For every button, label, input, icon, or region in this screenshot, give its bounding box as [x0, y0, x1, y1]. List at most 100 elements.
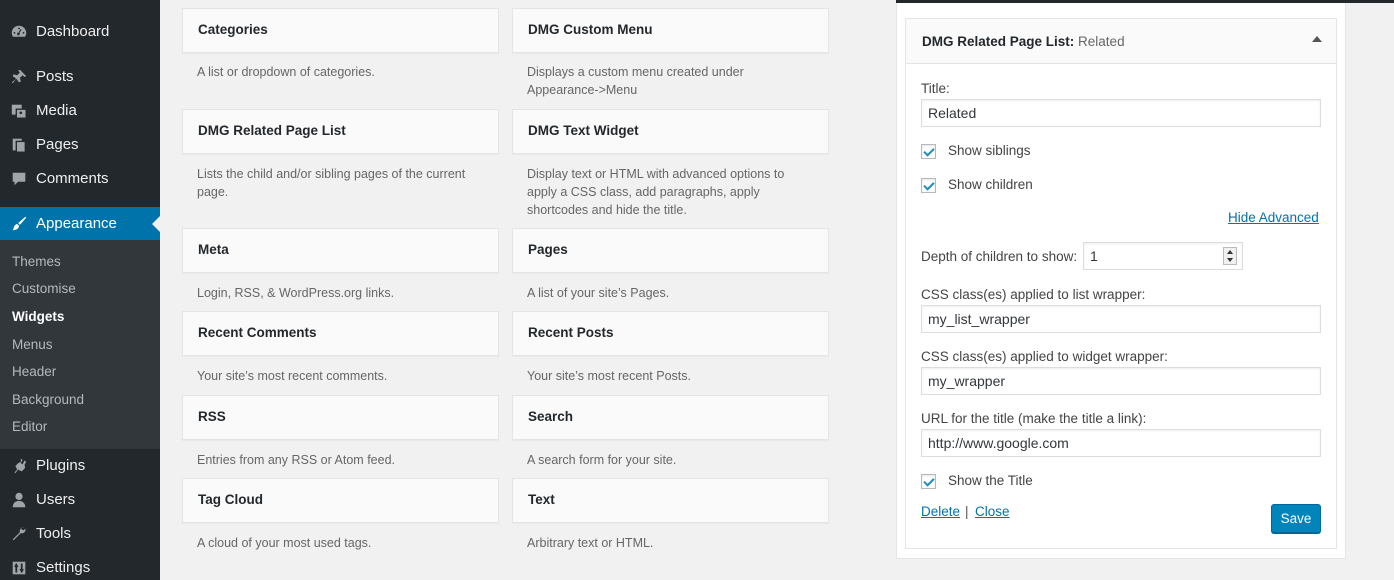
- widget-search[interactable]: Search: [512, 395, 829, 440]
- url-label: URL for the title (make the title a link…: [921, 411, 1147, 426]
- widget-dmg-related-page-list[interactable]: DMG Related Page List: [182, 109, 499, 154]
- widget-description: Displays a custom menu created under App…: [527, 65, 744, 97]
- widget-wrapper-input[interactable]: my_wrapper: [921, 367, 1321, 395]
- menu-media-label: Media: [36, 102, 77, 119]
- title-input[interactable]: Related: [921, 99, 1321, 127]
- widget-dmg-text-widget[interactable]: DMG Text Widget: [512, 109, 829, 154]
- menu-settings-label: Settings: [36, 559, 91, 576]
- widget-meta[interactable]: Meta: [182, 228, 499, 273]
- menu-appearance[interactable]: Appearance: [0, 207, 160, 241]
- menu-plugins-label: Plugins: [36, 457, 86, 474]
- widget-title: Categories: [198, 22, 268, 37]
- settings-icon: [9, 558, 29, 578]
- collapse-arrow-icon[interactable]: [1312, 36, 1322, 42]
- widget-categories[interactable]: Categories: [182, 8, 499, 53]
- depth-input[interactable]: 1: [1083, 242, 1243, 270]
- widget-title: Recent Posts: [528, 325, 614, 340]
- plugin-icon: [9, 456, 29, 476]
- widget-description: Lists the child and/or sibling pages of …: [197, 167, 466, 199]
- show-children-label[interactable]: Show children: [948, 177, 1033, 192]
- widget-title: DMG Related Page List: [198, 123, 346, 138]
- show-title-label[interactable]: Show the Title: [948, 473, 1033, 488]
- depth-value: 1: [1090, 248, 1098, 264]
- submenu-editor[interactable]: Editor: [12, 419, 47, 434]
- close-link[interactable]: Close: [975, 504, 1010, 519]
- menu-dashboard-label: Dashboard: [36, 23, 110, 40]
- number-spinner[interactable]: [1223, 247, 1237, 265]
- spinner-up-icon[interactable]: [1227, 250, 1233, 254]
- widget-description: Entries from any RSS or Atom feed.: [197, 453, 395, 467]
- title-label: Title:: [921, 81, 950, 96]
- submenu-header[interactable]: Header: [12, 364, 56, 379]
- widget-title: Search: [528, 409, 574, 424]
- widget-title: Meta: [198, 242, 229, 257]
- open-widget-dmg-related-page-list: DMG Related Page List: Related: [905, 18, 1337, 549]
- delete-link[interactable]: Delete: [921, 504, 960, 519]
- widget-text[interactable]: Text: [512, 478, 829, 523]
- pages-icon: [9, 135, 29, 155]
- widget-header[interactable]: DMG Related Page List: Related: [906, 19, 1336, 64]
- link-separator: |: [965, 504, 969, 519]
- widget-title: Recent Comments: [198, 325, 317, 340]
- submenu-widgets[interactable]: Widgets: [12, 309, 64, 324]
- list-wrapper-input[interactable]: my_list_wrapper: [921, 305, 1321, 333]
- user-icon: [9, 490, 29, 510]
- widget-description: A cloud of your most used tags.: [197, 536, 372, 550]
- menu-pages-label: Pages: [36, 136, 79, 153]
- comment-icon: [9, 169, 29, 189]
- menu-tools-label: Tools: [36, 525, 72, 542]
- widget-description: Your site’s most recent Posts.: [527, 369, 691, 383]
- top-strip: [896, 0, 1394, 3]
- menu-posts-label: Posts: [36, 68, 74, 85]
- menu-users-label: Users: [36, 491, 76, 508]
- wrench-icon: [9, 524, 29, 544]
- depth-label: Depth of children to show:: [921, 249, 1078, 264]
- widget-dmg-custom-menu[interactable]: DMG Custom Menu: [512, 8, 829, 53]
- brush-icon: [9, 214, 29, 234]
- menu-pages[interactable]: Pages: [0, 128, 160, 162]
- menu-posts[interactable]: Posts: [0, 60, 160, 94]
- widget-title: Pages: [528, 242, 568, 257]
- widget-description: A list of your site’s Pages.: [527, 286, 670, 300]
- menu-settings[interactable]: Settings: [0, 551, 160, 580]
- widget-recent-posts[interactable]: Recent Posts: [512, 311, 829, 356]
- widget-wrapper-label: CSS class(es) applied to widget wrapper:: [921, 349, 1168, 364]
- submenu-themes[interactable]: Themes: [12, 254, 61, 269]
- menu-dashboard[interactable]: Dashboard: [0, 15, 160, 49]
- url-input[interactable]: http://www.google.com: [921, 429, 1321, 457]
- widget-pages[interactable]: Pages: [512, 228, 829, 273]
- widget-header-title: DMG Related Page List: Related: [922, 34, 1125, 49]
- spinner-down-icon[interactable]: [1227, 258, 1233, 262]
- menu-users[interactable]: Users: [0, 483, 160, 517]
- widget-title: DMG Text Widget: [528, 123, 639, 138]
- widget-description: A list or dropdown of categories.: [197, 65, 375, 79]
- menu-tools[interactable]: Tools: [0, 517, 160, 551]
- show-siblings-label[interactable]: Show siblings: [948, 143, 1031, 158]
- widget-title: RSS: [198, 409, 226, 424]
- widget-title: DMG Custom Menu: [528, 22, 653, 37]
- menu-plugins[interactable]: Plugins: [0, 449, 160, 483]
- widget-title: Text: [528, 492, 555, 507]
- widget-instance-title: Related: [1078, 34, 1125, 49]
- widget-recent-comments[interactable]: Recent Comments: [182, 311, 499, 356]
- menu-appearance-label: Appearance: [36, 215, 117, 232]
- hide-advanced-link[interactable]: Hide Advanced: [1228, 210, 1319, 225]
- admin-sidebar: Dashboard Posts Media Pages Comments App…: [0, 0, 160, 580]
- appearance-submenu: Themes Customise Widgets Menus Header Ba…: [0, 240, 160, 449]
- dashboard-icon: [9, 22, 29, 42]
- show-siblings-checkbox[interactable]: [921, 144, 936, 159]
- menu-media[interactable]: Media: [0, 94, 160, 128]
- widget-type-name: DMG Related Page List:: [922, 34, 1075, 49]
- menu-comments-label: Comments: [36, 170, 109, 187]
- menu-comments[interactable]: Comments: [0, 162, 160, 196]
- show-children-checkbox[interactable]: [921, 178, 936, 193]
- widget-description: Your site’s most recent comments.: [197, 369, 388, 383]
- widget-rss[interactable]: RSS: [182, 395, 499, 440]
- submenu-menus[interactable]: Menus: [12, 337, 53, 352]
- widget-tag-cloud[interactable]: Tag Cloud: [182, 478, 499, 523]
- submenu-customise[interactable]: Customise: [12, 281, 76, 296]
- submenu-background[interactable]: Background: [12, 392, 84, 407]
- save-button[interactable]: Save: [1271, 504, 1321, 533]
- show-title-checkbox[interactable]: [921, 474, 936, 489]
- widget-description: Login, RSS, & WordPress.org links.: [197, 286, 395, 300]
